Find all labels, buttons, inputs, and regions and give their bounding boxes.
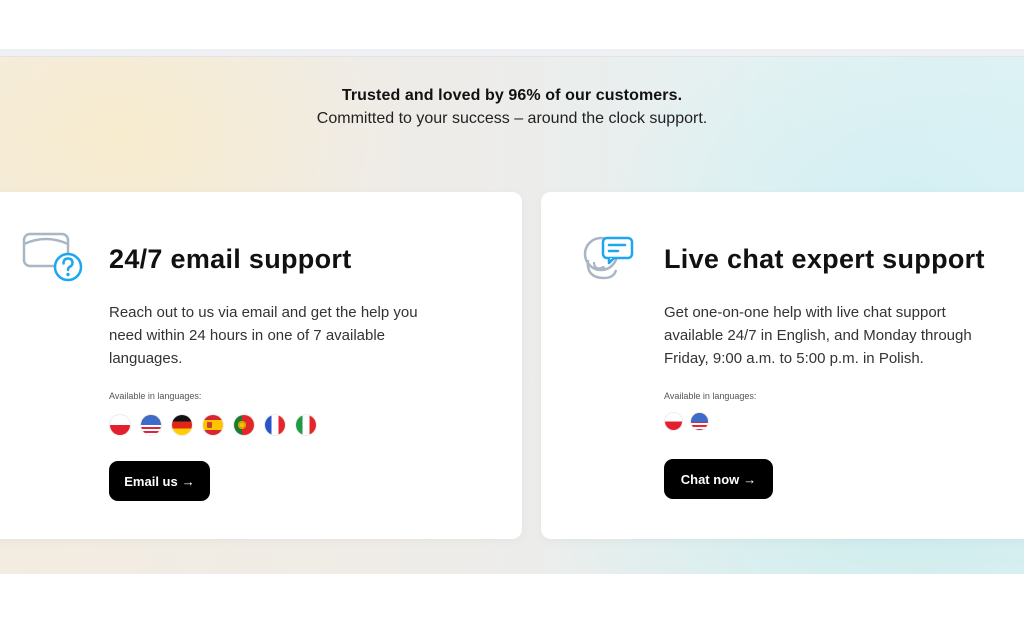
- email-us-button[interactable]: Email us →: [109, 461, 210, 501]
- trust-headline: Trusted and loved by 96% of our customer…: [341, 87, 683, 104]
- live-chat-description: Get one-on-one help with live chat suppo…: [664, 304, 972, 367]
- flag-usa-icon: [691, 413, 708, 430]
- flag-poland-icon: [110, 415, 130, 435]
- email-question-icon: [22, 232, 84, 284]
- live-chat-title: Live chat expert support: [664, 244, 985, 274]
- flag-germany-icon: [172, 415, 192, 435]
- flag-italy-icon: [296, 415, 316, 435]
- flag-usa-icon: [141, 415, 161, 435]
- email-language-flags: [110, 415, 316, 435]
- flag-spain-icon: [203, 415, 223, 435]
- live-chat-support-card: Live chat expert support Get one-on-one …: [541, 192, 1024, 539]
- chat-language-flags: [665, 413, 708, 430]
- trust-subheadline: Committed to your success – around the c…: [316, 110, 708, 127]
- flag-france-icon: [265, 415, 285, 435]
- email-support-description: Reach out to us via email and get the he…: [109, 304, 418, 367]
- flag-poland-icon: [665, 413, 682, 430]
- chat-now-label: Chat now: [680, 471, 740, 487]
- chat-now-button[interactable]: Chat now →: [664, 459, 773, 499]
- headset-chat-icon: [582, 232, 638, 284]
- arrow-right-icon: →: [743, 471, 757, 487]
- arrow-right-icon: →: [181, 473, 195, 489]
- flag-portugal-icon: [234, 415, 254, 435]
- top-divider: [0, 49, 1024, 57]
- chat-languages-label: Available in languages:: [664, 391, 757, 401]
- trust-header: Trusted and loved by 96% of our customer…: [0, 87, 1024, 128]
- email-us-label: Email us: [124, 473, 178, 489]
- email-support-title: 24/7 email support: [109, 244, 352, 274]
- email-support-card: 24/7 email support Reach out to us via e…: [0, 192, 522, 539]
- email-languages-label: Available in languages:: [109, 391, 202, 401]
